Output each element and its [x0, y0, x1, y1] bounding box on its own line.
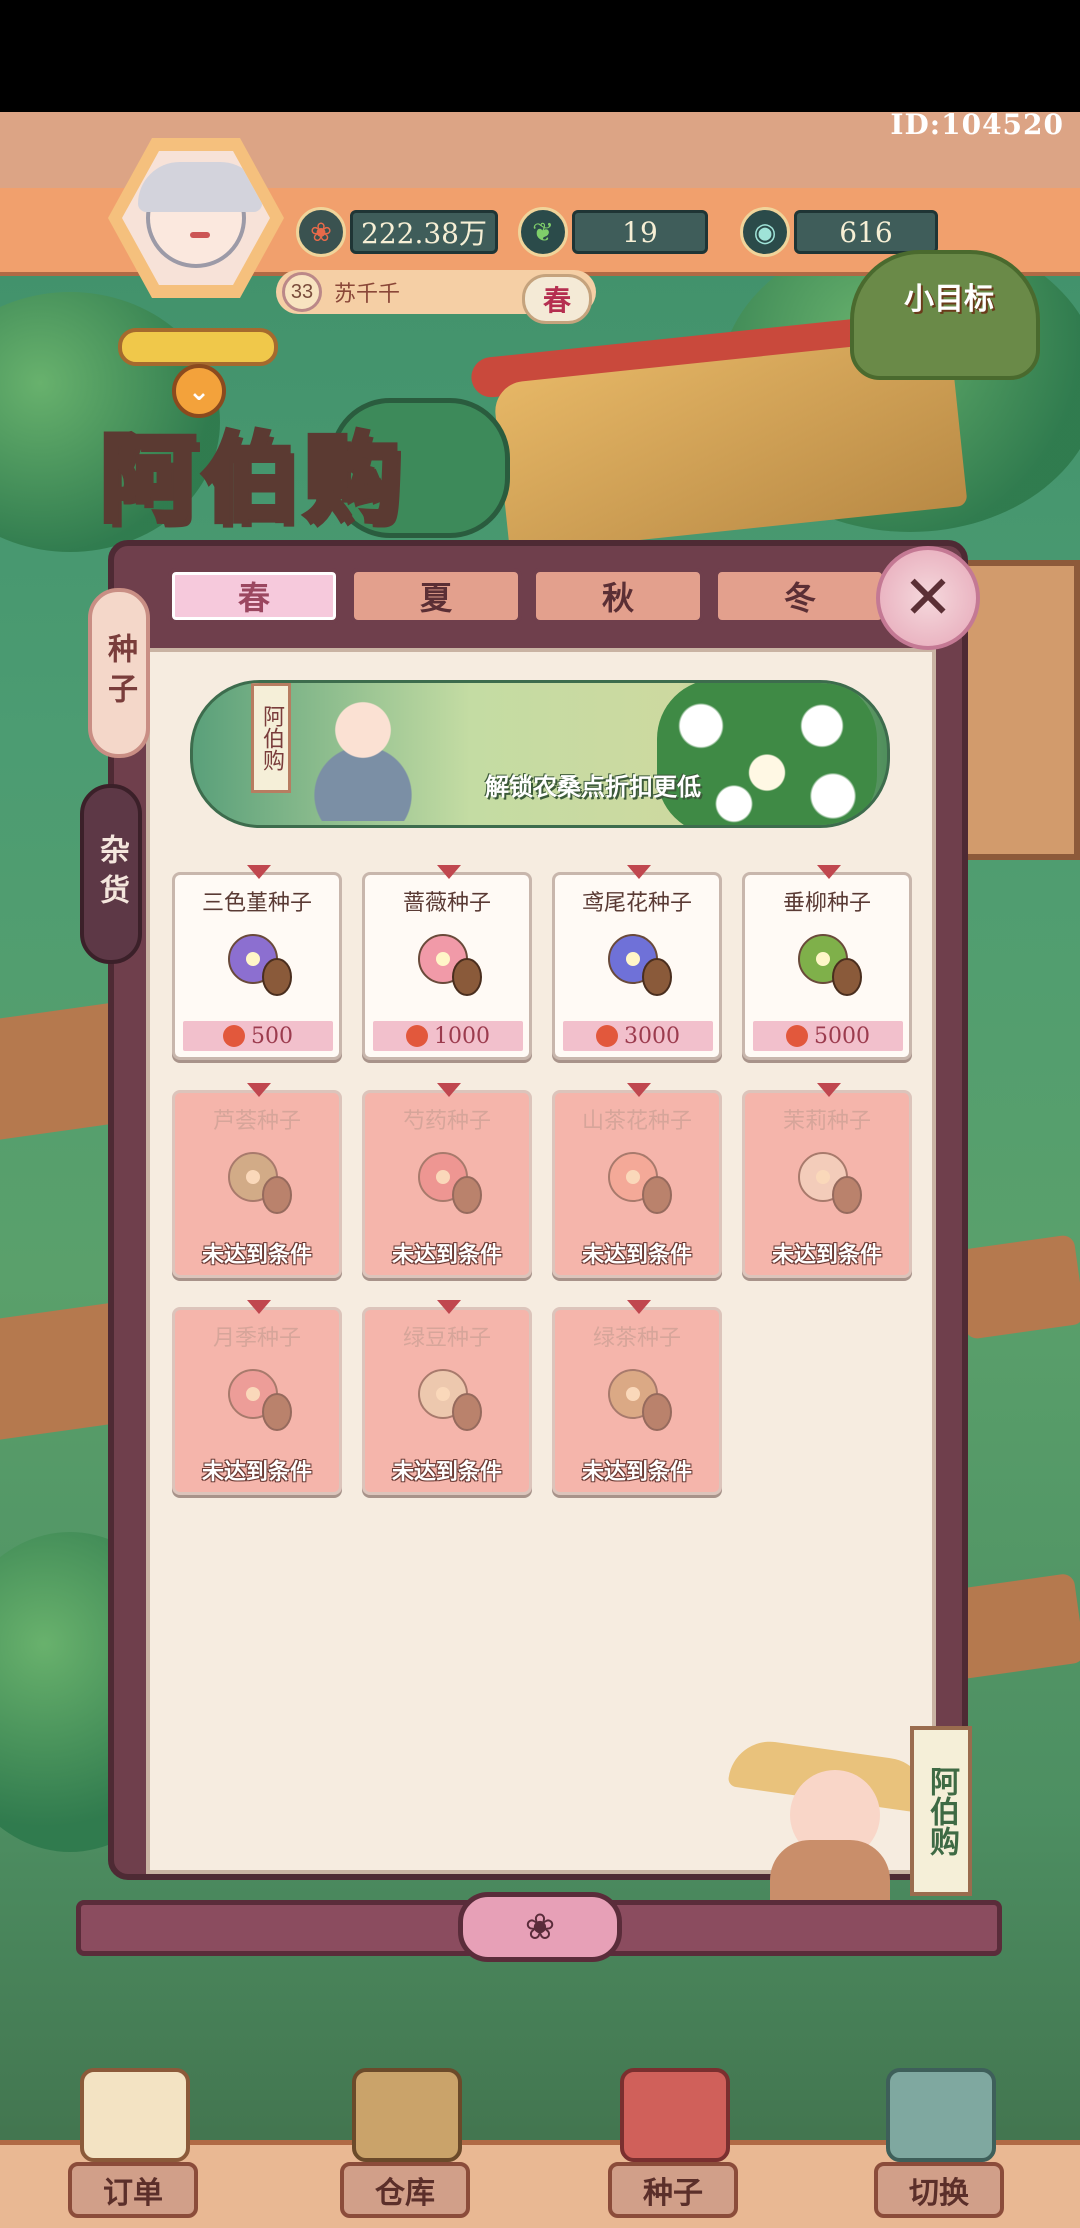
seed-name: 蔷薇种子 — [402, 891, 491, 916]
flower-bush-icon — [657, 683, 877, 825]
gem-value: 616 — [794, 210, 938, 254]
flower-coin-icon: ❀ — [296, 207, 346, 257]
seed-name: 山茶花种子 — [581, 1109, 692, 1134]
jasmine-seed-icon — [789, 1141, 871, 1221]
seed-name: 三色堇种子 — [201, 891, 312, 916]
game-screen: ID:104520 ❀ 222.38万 ❦ 19 ◉ 616 33 苏千千 春 … — [0, 0, 1080, 2228]
seed-book-icon[interactable] — [620, 2068, 730, 2162]
current-season-badge[interactable]: 春 — [522, 274, 592, 324]
locked-label: 未达到条件 — [201, 1242, 312, 1268]
seed-price: 5000 — [753, 1021, 903, 1051]
price-value: 5000 — [814, 1023, 870, 1049]
seed-card[interactable]: 月季种子 未达到条件 — [172, 1307, 342, 1495]
small-goal-label: 小目标 — [904, 282, 994, 317]
status-bar-area — [0, 0, 1080, 112]
seed-card[interactable]: 绿茶种子 未达到条件 — [552, 1307, 722, 1495]
map-icon[interactable] — [886, 2068, 996, 2162]
seed-card[interactable]: 绿豆种子 未达到条件 — [362, 1307, 532, 1495]
seed-name: 月季种子 — [212, 1326, 301, 1351]
nav-orders[interactable]: 订单 — [68, 2162, 198, 2218]
peony-seed-icon — [409, 1141, 491, 1221]
seed-name: 绿茶种子 — [592, 1326, 681, 1351]
seed-name: 鸢尾花种子 — [581, 891, 692, 916]
price-value: 3000 — [624, 1023, 680, 1049]
aloe-seed-icon — [219, 1141, 301, 1221]
nav-switch[interactable]: 切换 — [874, 2162, 1004, 2218]
locked-label: 未达到条件 — [581, 1242, 692, 1268]
tab-spring[interactable]: 春 — [168, 568, 340, 624]
player-id: ID:104520 — [890, 108, 1064, 141]
seed-name: 垂柳种子 — [782, 891, 871, 916]
resource-leaves[interactable]: ❦ 19 — [518, 206, 708, 258]
locked-label: 未达到条件 — [391, 1459, 502, 1485]
locked-label: 未达到条件 — [771, 1242, 882, 1268]
seed-price: 1000 — [373, 1021, 523, 1051]
flower-coin-icon — [223, 1025, 245, 1047]
seed-card[interactable]: 鸢尾花种子 3000 — [552, 872, 722, 1060]
china-rose-seed-icon — [219, 1358, 301, 1438]
flower-coin-icon — [596, 1025, 618, 1047]
price-value: 1000 — [434, 1023, 490, 1049]
pansy-seed-icon — [219, 923, 301, 1003]
banner-shop-tag: 阿伯购 — [251, 683, 291, 793]
willow-seed-icon — [789, 923, 871, 1003]
seed-card[interactable]: 垂柳种子 5000 — [742, 872, 912, 1060]
tab-winter[interactable]: 冬 — [714, 568, 886, 624]
seed-name: 绿豆种子 — [402, 1326, 491, 1351]
seed-card[interactable]: 山茶花种子未达到条件 — [552, 1090, 722, 1278]
nav-warehouse[interactable]: 仓库 — [340, 2162, 470, 2218]
resource-flower-coins[interactable]: ❀ 222.38万 — [296, 206, 498, 258]
warehouse-icon[interactable] — [352, 2068, 462, 2162]
flower-coin-value: 222.38万 — [350, 210, 498, 254]
camellia-seed-icon — [599, 1141, 681, 1221]
small-goal-button[interactable]: 小目标 — [850, 250, 1040, 380]
tab-summer[interactable]: 夏 — [350, 568, 522, 624]
promo-banner[interactable]: 阿伯购 解锁农桑点折扣更低 — [190, 680, 890, 828]
shopkeeper-icon — [303, 691, 423, 821]
flower-coin-icon — [786, 1025, 808, 1047]
side-tab-seeds[interactable]: 种子 — [88, 588, 150, 758]
tab-autumn[interactable]: 秋 — [532, 568, 704, 624]
locked-label: 未达到条件 — [391, 1242, 502, 1268]
seed-card[interactable]: 芦荟种子 未达到条件 — [172, 1090, 342, 1278]
seed-card[interactable]: 芍药种子 未达到条件 — [362, 1090, 532, 1278]
gem-icon: ◉ — [740, 207, 790, 257]
seed-price: 3000 — [563, 1021, 713, 1051]
banner-text: 解锁农桑点折扣更低 — [485, 772, 701, 801]
rose-seed-icon — [409, 923, 491, 1003]
clipboard-icon[interactable] — [80, 2068, 190, 2162]
leaf-value: 19 — [572, 210, 708, 254]
mung-bean-seed-icon — [409, 1358, 491, 1438]
shop-title: 阿伯购 — [98, 419, 406, 537]
close-icon[interactable]: ✕ — [876, 546, 980, 650]
seed-card[interactable]: 蔷薇种子 1000 — [362, 872, 532, 1060]
lotus-ornament-icon: ❀ — [458, 1892, 622, 1962]
shop-sign: 阿伯购 — [910, 1726, 972, 1896]
player-level: 33 — [282, 272, 322, 312]
seed-price: 500 — [183, 1021, 333, 1051]
scroll-decoration — [118, 328, 278, 366]
iris-seed-icon — [599, 923, 681, 1003]
locked-label: 未达到条件 — [581, 1459, 692, 1485]
side-tab-goods[interactable]: 杂货 — [80, 784, 142, 964]
price-value: 500 — [251, 1023, 293, 1049]
seed-name: 芦荟种子 — [212, 1109, 301, 1134]
nav-seeds[interactable]: 种子 — [608, 2162, 738, 2218]
seed-card[interactable]: 三色堇种子 500 — [172, 872, 342, 1060]
locked-label: 未达到条件 — [201, 1459, 312, 1485]
green-tea-seed-icon — [599, 1358, 681, 1438]
avatar-face — [138, 162, 262, 268]
seed-name: 茉莉种子 — [782, 1109, 871, 1134]
leaf-icon: ❦ — [518, 207, 568, 257]
seed-card[interactable]: 茉莉种子 未达到条件 — [742, 1090, 912, 1278]
flower-coin-icon — [406, 1025, 428, 1047]
seed-name: 芍药种子 — [402, 1109, 491, 1134]
player-name: 苏千千 — [334, 282, 401, 307]
